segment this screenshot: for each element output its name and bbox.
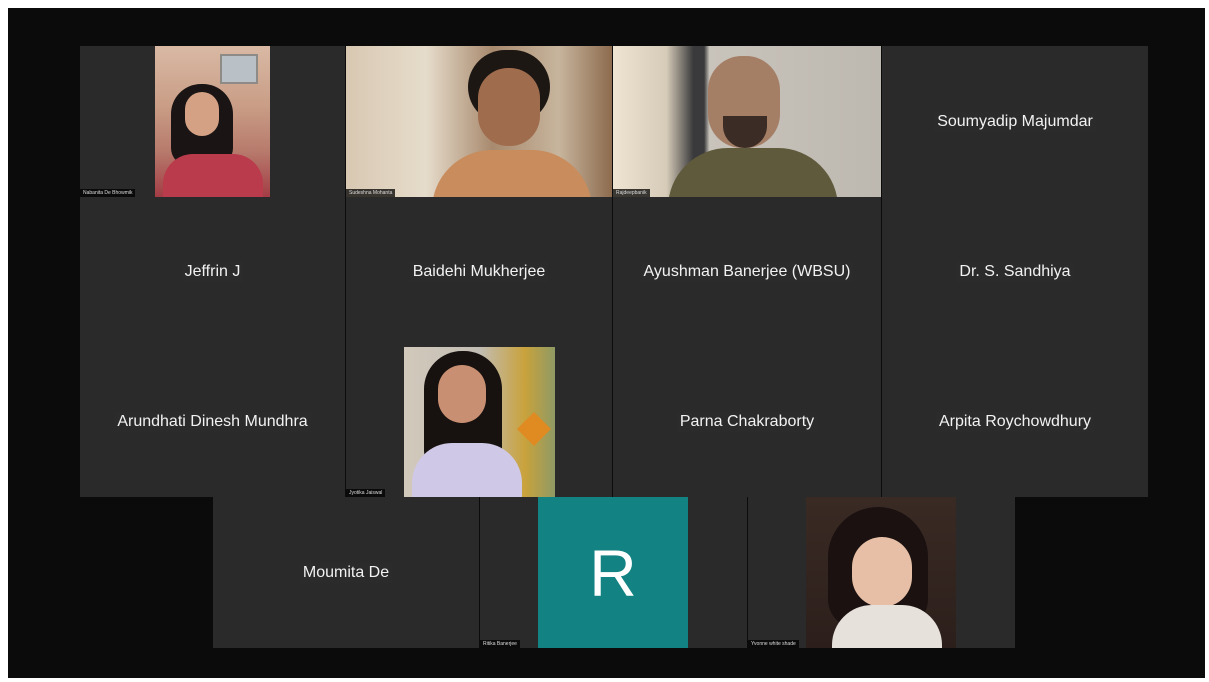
participant-name: Soumyadip Majumdar [934, 111, 1096, 132]
participant-name: Dr. S. Sandhiya [956, 262, 1074, 282]
participant-tile-arundhati[interactable]: Arundhati Dinesh Mundhra [80, 347, 345, 497]
participant-video-sudeshna [346, 46, 612, 197]
avatar-letter: R [589, 535, 637, 610]
participant-video-rajdeep [613, 46, 881, 197]
participant-name: Arundhati Dinesh Mundhra [114, 412, 311, 432]
participant-tile-moumita[interactable]: Moumita De [213, 497, 479, 648]
person-scarf-shape [832, 605, 942, 648]
participant-name-tag: Jyotika Jaiswal [346, 489, 386, 497]
participant-tile-nabanita[interactable]: Nabanita De Bhowmik [80, 46, 345, 197]
participant-tile-jeffrin[interactable]: Jeffrin J [80, 197, 345, 347]
picture-frame-shape [220, 54, 258, 84]
participant-name: Moumita De [299, 562, 393, 583]
participant-video-nabanita [155, 46, 270, 197]
person-face-shape [185, 92, 219, 136]
leaf-decoration-shape [517, 412, 551, 446]
participant-name: Arpita Roychowdhury [935, 412, 1095, 432]
participant-tile-sandhiya[interactable]: Dr. S. Sandhiya [882, 197, 1148, 347]
person-shirt-shape [668, 148, 838, 197]
participant-name: Parna Chakraborty [676, 412, 818, 432]
person-face-shape [852, 537, 912, 607]
participant-name: Jeffrin J [181, 262, 244, 282]
participant-name-tag: Yvonne white shade [748, 640, 799, 648]
person-shirt-shape [432, 150, 592, 197]
participant-name-tag: Ritika Banerjee [480, 640, 520, 648]
participant-tile-baidehi[interactable]: Baidehi Mukherjee [346, 197, 612, 347]
person-face-shape [478, 68, 540, 146]
participant-tile-parna[interactable]: Parna Chakraborty [613, 347, 881, 497]
person-face-shape [438, 365, 486, 423]
participant-video-jyotika [404, 347, 555, 497]
participant-name-tag: Rajdeepbanik [613, 189, 650, 197]
participant-name-tag: Sudeshna Mohanta [346, 189, 396, 197]
participant-tile-sudeshna[interactable]: Sudeshna Mohanta [346, 46, 612, 197]
participant-name: Ayushman Banerjee (WBSU) [640, 262, 854, 282]
participant-avatar-ritika: R [538, 497, 688, 648]
participant-tile-ayushman[interactable]: Ayushman Banerjee (WBSU) [613, 197, 881, 347]
participant-name-tag: Nabanita De Bhowmik [80, 189, 136, 197]
participant-tile-arpita[interactable]: Arpita Roychowdhury [882, 347, 1148, 497]
participant-tile-soumyadip[interactable]: Soumyadip Majumdar [882, 46, 1148, 197]
participant-name: Baidehi Mukherjee [409, 262, 549, 282]
person-shirt-shape [163, 154, 263, 197]
participant-gallery: Nabanita De Bhowmik Sudeshna Mohanta Raj… [0, 0, 1209, 682]
participant-tile-ritika[interactable]: R Ritika Banerjee [480, 497, 747, 648]
participant-tile-jyotika[interactable]: Jyotika Jaiswal [346, 347, 612, 497]
participant-video-yvonne [806, 497, 956, 648]
participant-tile-yvonne[interactable]: Yvonne white shade [748, 497, 1015, 648]
person-shirt-shape [412, 443, 522, 497]
participant-tile-rajdeep[interactable]: Rajdeepbanik [613, 46, 881, 197]
